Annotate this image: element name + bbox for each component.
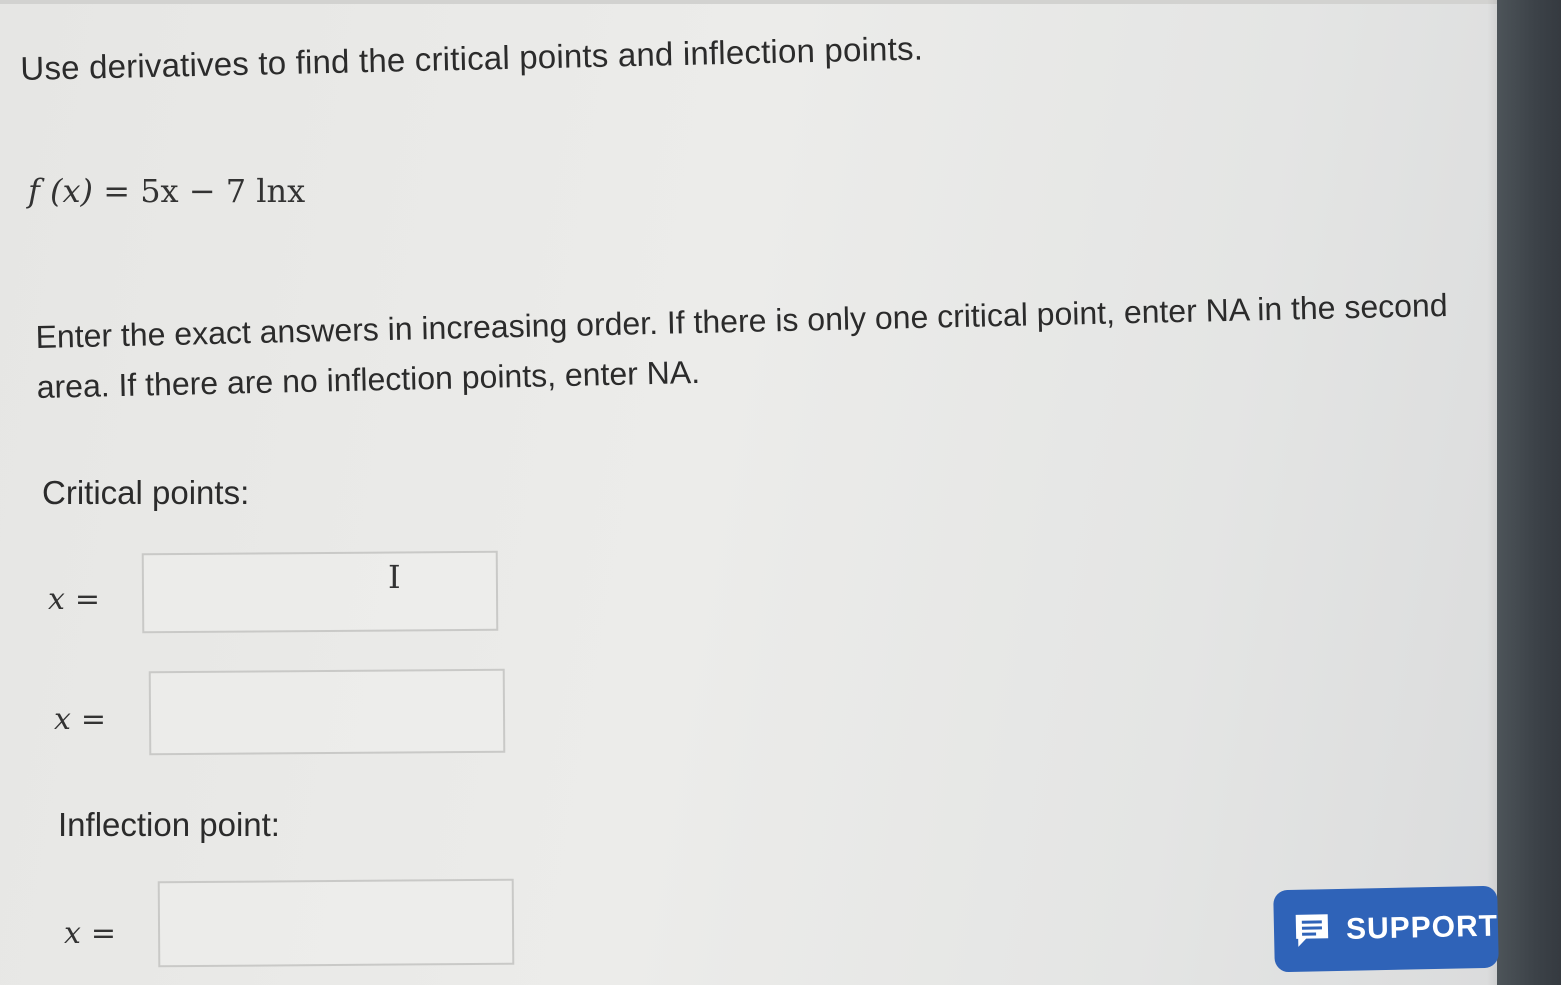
equals-sign: = (90, 916, 117, 951)
top-divider (0, 0, 1500, 4)
inflection-point-label: Inflection point: (58, 806, 280, 843)
chat-icon (1292, 910, 1333, 951)
inflection-point-var-label: x = (64, 916, 116, 951)
screen-edge-shadow (1487, 0, 1497, 985)
critical-points-label: Critical points: (42, 474, 250, 511)
question-prompt: Use derivatives to find the critical poi… (20, 29, 924, 87)
variable-x: x (64, 916, 81, 951)
support-button[interactable]: SUPPORT (1273, 885, 1499, 973)
instructions-text: Enter the exact answers in increasing or… (35, 286, 1448, 405)
inflection-point-input[interactable] (157, 878, 515, 968)
variable-x: x (54, 702, 71, 737)
critical-point-1-input[interactable] (141, 550, 499, 634)
critical-point-1-label: x = (48, 582, 100, 617)
function-equation: f (x) = 5x − 7 lnx (28, 172, 305, 210)
function-lhs: f (x) (28, 172, 94, 210)
monitor-bezel (1497, 0, 1561, 985)
variable-x: x (48, 582, 65, 617)
equals-sign: = (74, 582, 101, 617)
function-rhs: = 5x − 7 lnx (103, 172, 306, 210)
critical-point-2-label: x = (54, 702, 106, 737)
equals-sign: = (80, 702, 107, 737)
text-cursor-icon: I (388, 558, 401, 596)
support-label: SUPPORT (1345, 909, 1499, 946)
critical-point-2-input[interactable] (148, 668, 506, 756)
